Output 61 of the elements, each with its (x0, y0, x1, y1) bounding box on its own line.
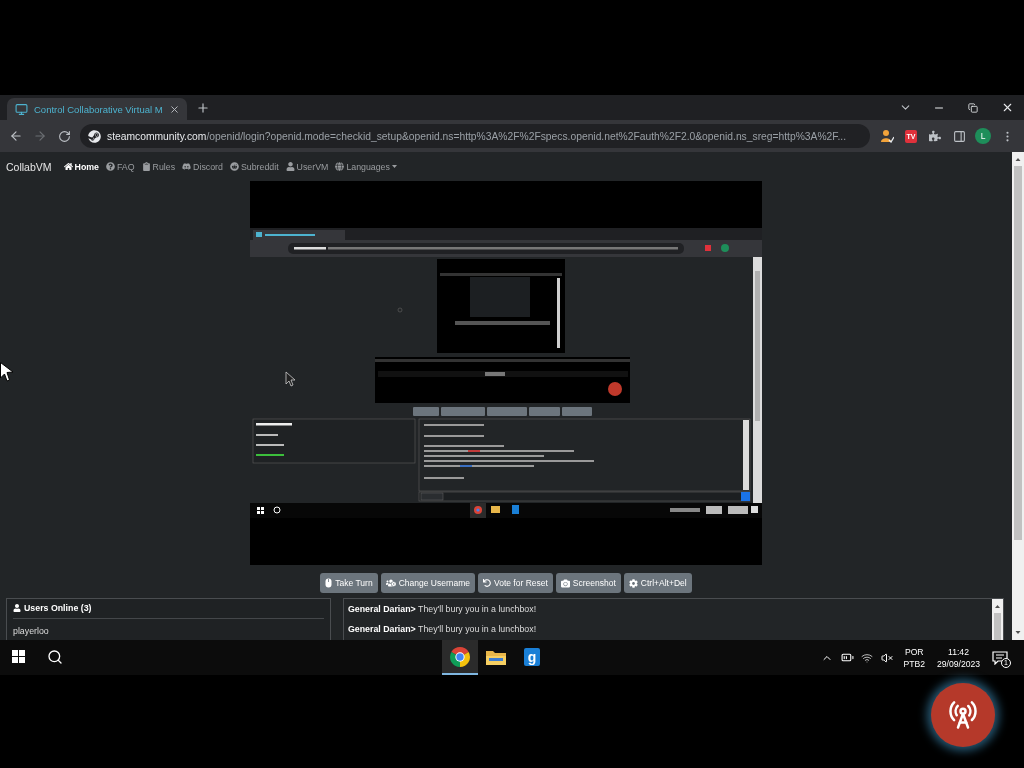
user-icon (13, 604, 21, 612)
user-icon (285, 162, 295, 171)
nav-link[interactable]: Home (63, 161, 99, 172)
chrome-icon (450, 646, 470, 667)
undo-icon (483, 579, 491, 587)
restore-icon[interactable] (968, 102, 978, 113)
wifi-icon[interactable] (861, 651, 874, 664)
nav-link[interactable]: FAQ (106, 161, 135, 172)
search-icon[interactable] (47, 648, 63, 665)
keyboard-language[interactable]: POR PTB2 (903, 645, 925, 670)
steam-site-icon (88, 129, 101, 143)
puzzle-icon[interactable] (929, 130, 941, 142)
nav-link[interactable]: Languages (335, 161, 397, 172)
cursor-icon (0, 362, 14, 382)
folder-icon (486, 648, 506, 665)
close-icon[interactable] (169, 103, 180, 115)
side-panel-icon[interactable] (952, 129, 966, 143)
caret-icon (391, 165, 397, 168)
muted-speaker-icon[interactable] (881, 651, 894, 664)
windows-logo-icon (11, 650, 25, 663)
clock[interactable]: 11:42 29/09/2023 (937, 645, 980, 670)
nav-link[interactable]: Rules (141, 161, 176, 172)
address-bar[interactable]: steamcommunity.com/openid/login?openid.mode=checkid_setup&openid.ns=http%3A%2F%2Fspecs.openid.net%2Fauth%2F2.0&openid.ns_sreg=http%3A%2F... (80, 124, 870, 148)
chat-message: General Darian> They'll bury you in a lunchbox! (348, 604, 538, 614)
reload-icon[interactable] (57, 129, 71, 143)
page-scrollbar[interactable] (1012, 152, 1024, 640)
discord-icon (182, 162, 192, 171)
globe-icon (335, 162, 345, 171)
vm-control-button[interactable]: Take Turn (320, 573, 378, 593)
taskbar-app[interactable]: g (514, 640, 550, 675)
app-logo-tile: g (524, 647, 540, 666)
vm-control-button[interactable]: Ctrl+Alt+Del (623, 573, 692, 593)
chat-message: General Darian> They'll bury you in a lunchbox! (348, 624, 538, 634)
reddit-icon (229, 162, 239, 171)
message-icon (992, 650, 1008, 665)
camera-icon (560, 578, 570, 588)
person-icon[interactable] (880, 129, 894, 143)
user-name[interactable]: playerloo (13, 619, 324, 636)
question-icon (106, 162, 115, 171)
taskbar-app[interactable] (442, 640, 478, 675)
vm-control-button[interactable]: Change Username (380, 573, 475, 593)
brand-name[interactable]: CollabVM (6, 160, 52, 173)
vm-control-button[interactable]: Screenshot (555, 573, 621, 593)
gear-icon (628, 578, 638, 588)
home-icon (63, 162, 73, 171)
vm-control-button[interactable]: Vote for Reset (478, 573, 553, 593)
chat-scrollbar[interactable] (992, 599, 1003, 640)
monitor-icon (15, 102, 28, 116)
mouse-icon (325, 578, 333, 588)
radio-tower-icon (948, 700, 978, 730)
broadcast-button[interactable] (931, 683, 995, 747)
nav-link[interactable]: Subreddit (229, 161, 279, 172)
profile-button[interactable]: L (975, 128, 991, 144)
users-gear-icon (385, 578, 396, 588)
nav-link[interactable]: Discord (182, 161, 223, 172)
plus-icon[interactable] (196, 100, 210, 115)
clipboard-icon (141, 162, 151, 171)
battery-icon[interactable] (841, 651, 854, 664)
users-online-title: Users Online (3) (24, 603, 92, 613)
browser-tab[interactable]: Control Collaborative Virtual M (7, 98, 187, 120)
nav-link[interactable]: UserVM (285, 161, 329, 172)
